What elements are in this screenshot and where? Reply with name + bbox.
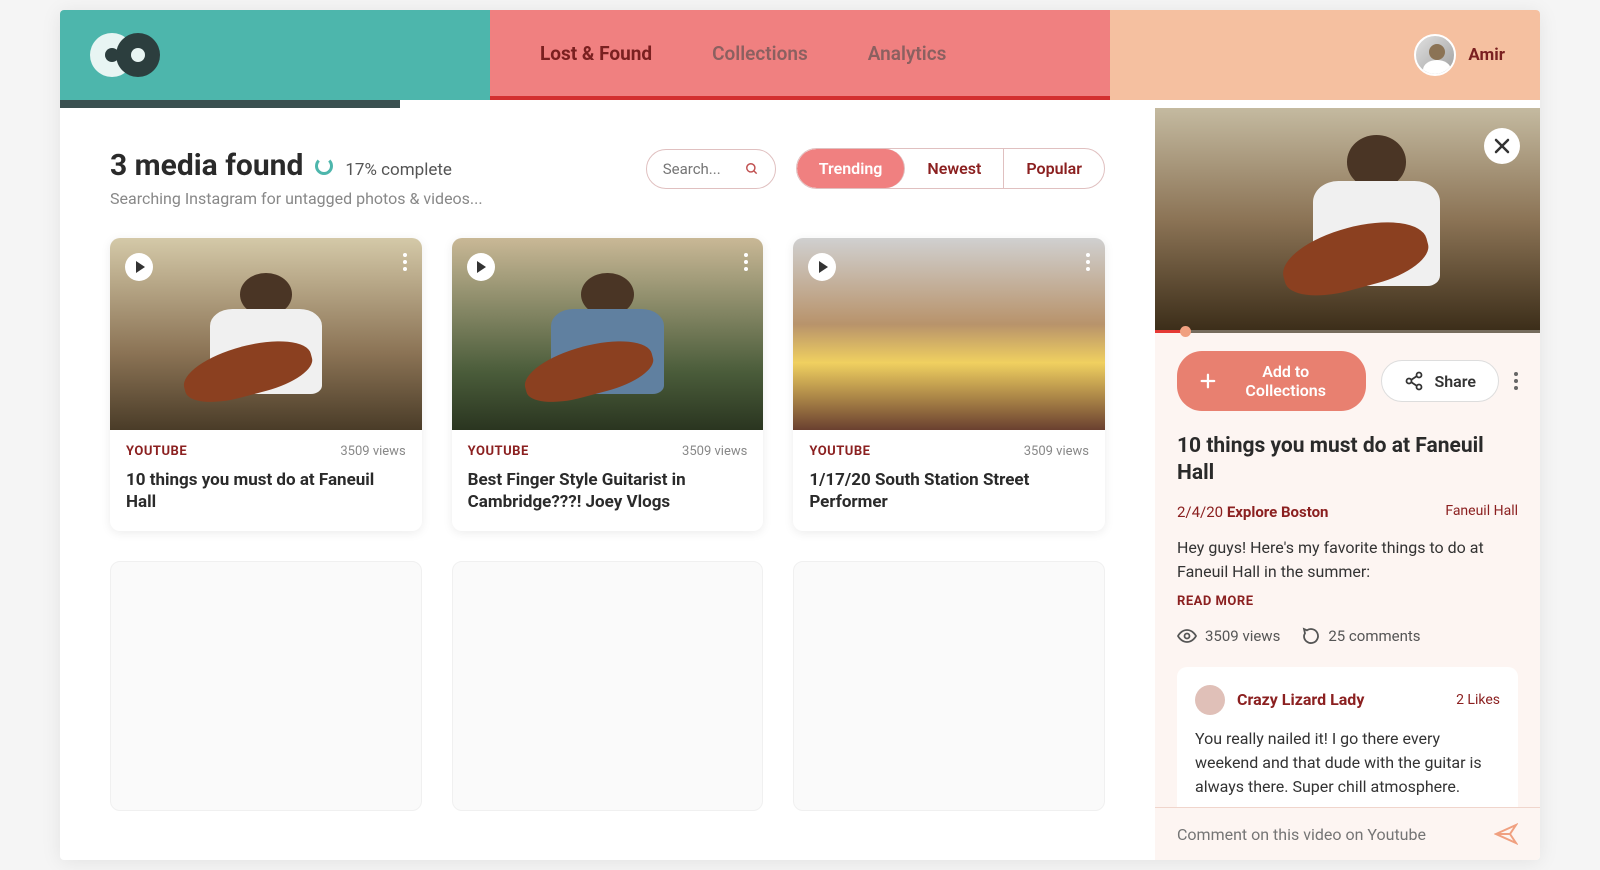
- share-icon: [1404, 371, 1424, 391]
- share-button[interactable]: Share: [1381, 360, 1499, 402]
- card-views-label: 3509 views: [682, 444, 747, 459]
- card-platform-label: YOUTUBE: [468, 444, 529, 459]
- commenter-avatar[interactable]: [1195, 685, 1225, 715]
- header: Lost & Found Collections Analytics Amir: [60, 10, 1540, 100]
- views-count: 3509 views: [1205, 627, 1280, 645]
- scan-progress-bar: [60, 100, 400, 108]
- percent-complete-label: 17% complete: [345, 160, 452, 180]
- card-title: 1/17/20 South Station Street Performer: [809, 469, 1089, 513]
- add-button-label: Add to Collections: [1227, 362, 1345, 400]
- card-thumbnail: [793, 238, 1105, 430]
- card-views-label: 3509 views: [1024, 444, 1089, 459]
- card-platform-label: YOUTUBE: [126, 444, 187, 459]
- nav-tabs: Lost & Found Collections Analytics: [490, 10, 1110, 100]
- detail-panel: Add to Collections Share 10 things you m…: [1155, 108, 1540, 860]
- user-avatar[interactable]: [1414, 34, 1456, 76]
- filter-popular[interactable]: Popular: [1004, 149, 1104, 188]
- card-title: 10 things you must do at Faneuil Hall: [126, 469, 406, 513]
- nav-analytics[interactable]: Analytics: [838, 42, 977, 65]
- filter-trending[interactable]: Trending: [797, 149, 906, 188]
- search-input[interactable]: [663, 160, 735, 178]
- nav-collections[interactable]: Collections: [682, 42, 838, 65]
- video-progress-fill: [1155, 330, 1186, 333]
- commenter-name[interactable]: Crazy Lizard Lady: [1237, 690, 1444, 709]
- card-more-icon[interactable]: [1086, 253, 1090, 271]
- search-box[interactable]: [646, 149, 776, 189]
- nav-lost-found[interactable]: Lost & Found: [510, 42, 682, 65]
- media-card-placeholder: [452, 561, 764, 811]
- card-views-label: 3509 views: [340, 444, 405, 459]
- user-section: Amir: [1110, 10, 1540, 100]
- eye-icon: [1177, 629, 1197, 643]
- send-icon[interactable]: [1494, 822, 1518, 846]
- detail-title: 10 things you must do at Faneuil Hall: [1177, 433, 1518, 488]
- read-more-link[interactable]: READ MORE: [1177, 594, 1518, 609]
- detail-date: 2/4/20: [1177, 503, 1223, 521]
- content-area: 3 media found 17% complete Searching Ins…: [60, 108, 1540, 860]
- filter-newest[interactable]: Newest: [905, 149, 1004, 188]
- logo-icon[interactable]: [90, 33, 160, 77]
- loading-spinner-icon: [315, 157, 333, 175]
- play-icon[interactable]: [467, 253, 495, 281]
- filter-tabs: Trending Newest Popular: [796, 148, 1105, 189]
- comment-text: You really nailed it! I go there every w…: [1195, 727, 1500, 799]
- media-card-placeholder: [110, 561, 422, 811]
- plus-icon: [1199, 371, 1217, 391]
- detail-more-icon[interactable]: [1514, 372, 1518, 390]
- media-card-placeholder: [793, 561, 1105, 811]
- detail-body: Add to Collections Share 10 things you m…: [1155, 333, 1540, 807]
- media-grid: YOUTUBE 3509 views 10 things you must do…: [110, 238, 1105, 811]
- play-icon[interactable]: [125, 253, 153, 281]
- play-icon[interactable]: [808, 253, 836, 281]
- card-more-icon[interactable]: [744, 253, 748, 271]
- detail-channel[interactable]: Explore Boston: [1227, 503, 1329, 521]
- card-title: Best Finger Style Guitarist in Cambridge…: [468, 469, 748, 513]
- video-progress-handle[interactable]: [1180, 326, 1191, 337]
- comment-input-row: [1155, 807, 1540, 860]
- share-button-label: Share: [1434, 372, 1476, 391]
- main-panel: 3 media found 17% complete Searching Ins…: [60, 108, 1155, 860]
- media-card[interactable]: YOUTUBE 3509 views 1/17/20 South Station…: [793, 238, 1105, 531]
- comment-icon: [1302, 627, 1320, 645]
- comment-input[interactable]: [1177, 825, 1482, 844]
- close-icon[interactable]: [1484, 128, 1520, 164]
- add-to-collections-button[interactable]: Add to Collections: [1177, 351, 1366, 411]
- detail-description: Hey guys! Here's my favorite things to d…: [1177, 536, 1518, 584]
- video-progress-track[interactable]: [1155, 330, 1540, 333]
- results-count-title: 3 media found: [110, 148, 303, 183]
- logo-section: [60, 10, 490, 100]
- comments-count: 25 comments: [1328, 627, 1420, 645]
- comment-likes: 2 Likes: [1456, 692, 1500, 708]
- detail-hero-image[interactable]: [1155, 108, 1540, 333]
- comment-card: Crazy Lizard Lady 2 Likes You really nai…: [1177, 667, 1518, 807]
- views-stat: 3509 views: [1177, 627, 1280, 645]
- username-label: Amir: [1468, 45, 1505, 65]
- card-platform-label: YOUTUBE: [809, 444, 870, 459]
- scan-status-text: Searching Instagram for untagged photos …: [110, 189, 483, 208]
- media-card[interactable]: YOUTUBE 3509 views 10 things you must do…: [110, 238, 422, 531]
- card-thumbnail: [110, 238, 422, 430]
- search-icon: [745, 158, 759, 180]
- detail-location[interactable]: Faneuil Hall: [1445, 503, 1518, 521]
- app-window: Lost & Found Collections Analytics Amir …: [60, 10, 1540, 860]
- card-more-icon[interactable]: [403, 253, 407, 271]
- media-card[interactable]: YOUTUBE 3509 views Best Finger Style Gui…: [452, 238, 764, 531]
- title-row: 3 media found 17% complete Searching Ins…: [110, 148, 1105, 208]
- comments-stat: 25 comments: [1302, 627, 1420, 645]
- card-thumbnail: [452, 238, 764, 430]
